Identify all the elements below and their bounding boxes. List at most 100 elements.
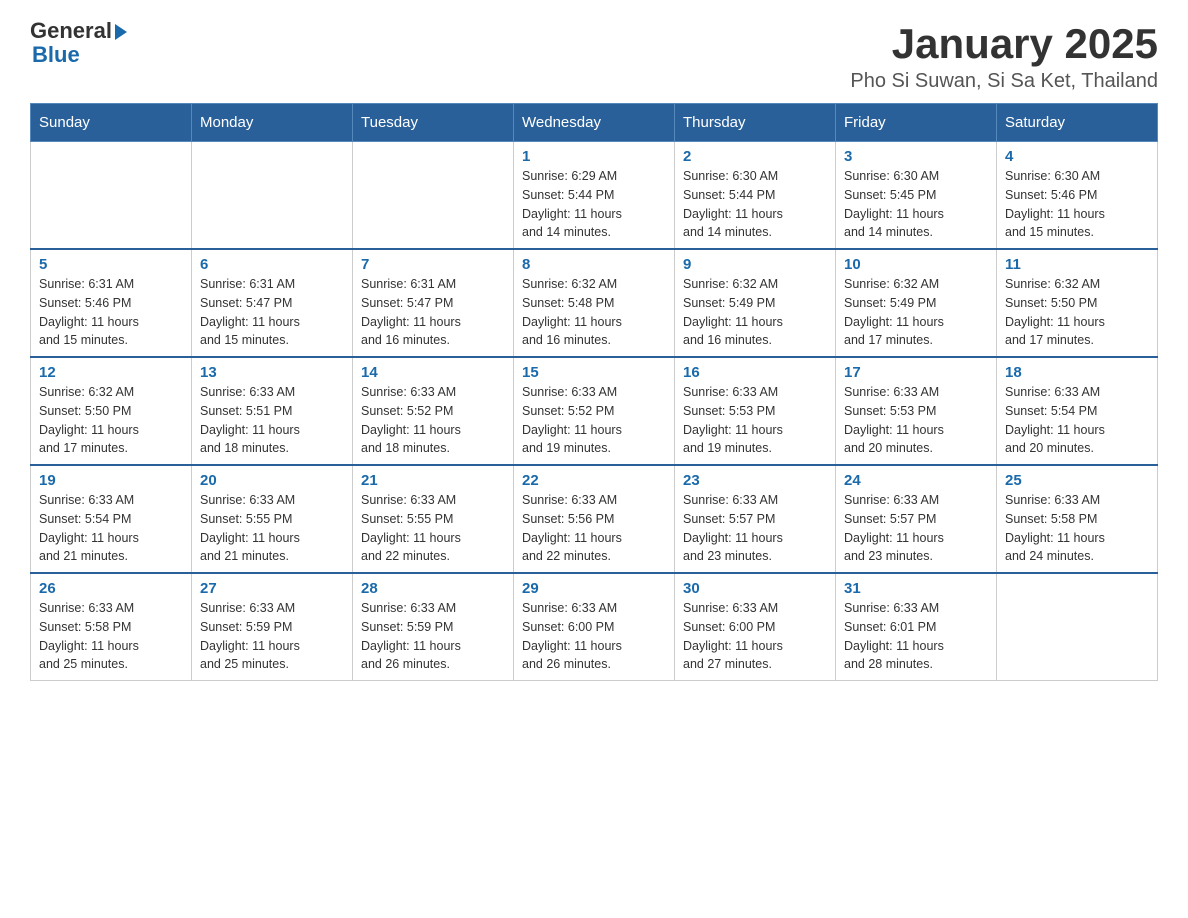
title-section: January 2025 Pho Si Suwan, Si Sa Ket, Th…	[850, 20, 1158, 93]
day-info: Sunrise: 6:32 AM Sunset: 5:49 PM Dayligh…	[683, 275, 827, 350]
calendar-day-cell: 14 Sunrise: 6:33 AM Sunset: 5:52 PM Dayli…	[353, 357, 514, 465]
calendar-day-cell: 25Sunrise: 6:33 AM Sunset: 5:58 PM Dayli…	[997, 465, 1158, 573]
header-saturday: Saturday	[997, 104, 1158, 142]
day-number: 20	[200, 472, 344, 489]
day-info: Sunrise: 6:30 AM Sunset: 5:45 PM Dayligh…	[844, 167, 988, 242]
calendar-day-cell: 10 Sunrise: 6:32 AM Sunset: 5:49 PM Dayli…	[836, 249, 997, 357]
day-info: Sunrise: 6:33 AM Sunset: 5:55 PM Dayligh…	[361, 491, 505, 566]
day-number: 26	[39, 580, 183, 597]
day-number: 17	[844, 364, 988, 381]
calendar-day-cell: 19Sunrise: 6:33 AM Sunset: 5:54 PM Dayli…	[31, 465, 192, 573]
day-info: Sunrise: 6:31 AM Sunset: 5:47 PM Dayligh…	[361, 275, 505, 350]
header-tuesday: Tuesday	[353, 104, 514, 142]
day-info: Sunrise: 6:33 AM Sunset: 6:00 PM Dayligh…	[522, 599, 666, 674]
page-header: General Blue January 2025 Pho Si Suwan, …	[30, 20, 1158, 93]
logo-blue-text: Blue	[32, 42, 80, 68]
calendar-day-cell: 1Sunrise: 6:29 AM Sunset: 5:44 PM Daylig…	[514, 142, 675, 250]
day-number: 2	[683, 148, 827, 165]
day-number: 13	[200, 364, 344, 381]
calendar-day-cell: 6Sunrise: 6:31 AM Sunset: 5:47 PM Daylig…	[192, 249, 353, 357]
day-number: 22	[522, 472, 666, 489]
calendar-day-cell: 26 Sunrise: 6:33 AM Sunset: 5:58 PM Dayli…	[31, 573, 192, 681]
day-info: Sunrise: 6:29 AM Sunset: 5:44 PM Dayligh…	[522, 167, 666, 242]
day-info: Sunrise: 6:32 AM Sunset: 5:50 PM Dayligh…	[1005, 275, 1149, 350]
calendar-day-cell: 22 Sunrise: 6:33 AM Sunset: 5:56 PM Dayli…	[514, 465, 675, 573]
calendar-day-cell: 18 Sunrise: 6:33 AM Sunset: 5:54 PM Dayli…	[997, 357, 1158, 465]
day-info: Sunrise: 6:32 AM Sunset: 5:50 PM Dayligh…	[39, 383, 183, 458]
day-number: 25	[1005, 472, 1149, 489]
calendar-day-cell: 5Sunrise: 6:31 AM Sunset: 5:46 PM Daylig…	[31, 249, 192, 357]
calendar-day-cell: 30 Sunrise: 6:33 AM Sunset: 6:00 PM Dayli…	[675, 573, 836, 681]
calendar-day-cell: 8Sunrise: 6:32 AM Sunset: 5:48 PM Daylig…	[514, 249, 675, 357]
page-title: January 2025	[850, 20, 1158, 68]
header-wednesday: Wednesday	[514, 104, 675, 142]
calendar-week-row: 26 Sunrise: 6:33 AM Sunset: 5:58 PM Dayli…	[31, 573, 1158, 681]
calendar-day-cell: 4 Sunrise: 6:30 AM Sunset: 5:46 PM Daylig…	[997, 142, 1158, 250]
day-info: Sunrise: 6:33 AM Sunset: 5:51 PM Dayligh…	[200, 383, 344, 458]
day-info: Sunrise: 6:33 AM Sunset: 5:53 PM Dayligh…	[844, 383, 988, 458]
day-number: 14	[361, 364, 505, 381]
calendar-day-cell	[31, 142, 192, 250]
calendar-day-cell: 24 Sunrise: 6:33 AM Sunset: 5:57 PM Dayli…	[836, 465, 997, 573]
day-number: 24	[844, 472, 988, 489]
day-info: Sunrise: 6:30 AM Sunset: 5:46 PM Dayligh…	[1005, 167, 1149, 242]
calendar-day-cell: 21Sunrise: 6:33 AM Sunset: 5:55 PM Dayli…	[353, 465, 514, 573]
day-number: 16	[683, 364, 827, 381]
header-thursday: Thursday	[675, 104, 836, 142]
calendar-day-cell: 13 Sunrise: 6:33 AM Sunset: 5:51 PM Dayli…	[192, 357, 353, 465]
calendar-day-cell	[997, 573, 1158, 681]
day-number: 9	[683, 256, 827, 273]
day-number: 12	[39, 364, 183, 381]
day-number: 27	[200, 580, 344, 597]
calendar-day-cell: 29 Sunrise: 6:33 AM Sunset: 6:00 PM Dayli…	[514, 573, 675, 681]
day-number: 23	[683, 472, 827, 489]
logo-arrow-shape	[115, 24, 127, 40]
calendar-day-cell: 2 Sunrise: 6:30 AM Sunset: 5:44 PM Daylig…	[675, 142, 836, 250]
day-number: 5	[39, 256, 183, 273]
header-friday: Friday	[836, 104, 997, 142]
calendar-day-cell: 15Sunrise: 6:33 AM Sunset: 5:52 PM Dayli…	[514, 357, 675, 465]
calendar-week-row: 12 Sunrise: 6:32 AM Sunset: 5:50 PM Dayli…	[31, 357, 1158, 465]
day-info: Sunrise: 6:33 AM Sunset: 5:55 PM Dayligh…	[200, 491, 344, 566]
calendar-header-row: SundayMondayTuesdayWednesdayThursdayFrid…	[31, 104, 1158, 142]
day-info: Sunrise: 6:32 AM Sunset: 5:49 PM Dayligh…	[844, 275, 988, 350]
calendar-day-cell	[353, 142, 514, 250]
calendar-day-cell: 23Sunrise: 6:33 AM Sunset: 5:57 PM Dayli…	[675, 465, 836, 573]
day-info: Sunrise: 6:33 AM Sunset: 5:57 PM Dayligh…	[844, 491, 988, 566]
day-info: Sunrise: 6:33 AM Sunset: 5:52 PM Dayligh…	[522, 383, 666, 458]
day-number: 4	[1005, 148, 1149, 165]
calendar-week-row: 19Sunrise: 6:33 AM Sunset: 5:54 PM Dayli…	[31, 465, 1158, 573]
calendar-day-cell: 27Sunrise: 6:33 AM Sunset: 5:59 PM Dayli…	[192, 573, 353, 681]
calendar-day-cell: 20 Sunrise: 6:33 AM Sunset: 5:55 PM Dayli…	[192, 465, 353, 573]
calendar-week-row: 5Sunrise: 6:31 AM Sunset: 5:46 PM Daylig…	[31, 249, 1158, 357]
day-info: Sunrise: 6:33 AM Sunset: 6:01 PM Dayligh…	[844, 599, 988, 674]
day-info: Sunrise: 6:33 AM Sunset: 5:54 PM Dayligh…	[39, 491, 183, 566]
day-number: 18	[1005, 364, 1149, 381]
calendar-week-row: 1Sunrise: 6:29 AM Sunset: 5:44 PM Daylig…	[31, 142, 1158, 250]
calendar-day-cell: 7Sunrise: 6:31 AM Sunset: 5:47 PM Daylig…	[353, 249, 514, 357]
day-info: Sunrise: 6:33 AM Sunset: 5:54 PM Dayligh…	[1005, 383, 1149, 458]
calendar-table: SundayMondayTuesdayWednesdayThursdayFrid…	[30, 103, 1158, 681]
day-info: Sunrise: 6:30 AM Sunset: 5:44 PM Dayligh…	[683, 167, 827, 242]
day-number: 28	[361, 580, 505, 597]
day-info: Sunrise: 6:33 AM Sunset: 6:00 PM Dayligh…	[683, 599, 827, 674]
day-number: 30	[683, 580, 827, 597]
logo-general-text: General	[30, 20, 112, 42]
day-info: Sunrise: 6:33 AM Sunset: 5:58 PM Dayligh…	[39, 599, 183, 674]
day-info: Sunrise: 6:33 AM Sunset: 5:52 PM Dayligh…	[361, 383, 505, 458]
day-number: 31	[844, 580, 988, 597]
calendar-day-cell: 12 Sunrise: 6:32 AM Sunset: 5:50 PM Dayli…	[31, 357, 192, 465]
calendar-day-cell: 28 Sunrise: 6:33 AM Sunset: 5:59 PM Dayli…	[353, 573, 514, 681]
day-number: 10	[844, 256, 988, 273]
day-info: Sunrise: 6:33 AM Sunset: 5:59 PM Dayligh…	[361, 599, 505, 674]
calendar-day-cell: 16 Sunrise: 6:33 AM Sunset: 5:53 PM Dayli…	[675, 357, 836, 465]
calendar-day-cell: 11Sunrise: 6:32 AM Sunset: 5:50 PM Dayli…	[997, 249, 1158, 357]
day-info: Sunrise: 6:33 AM Sunset: 5:56 PM Dayligh…	[522, 491, 666, 566]
header-sunday: Sunday	[31, 104, 192, 142]
calendar-day-cell	[192, 142, 353, 250]
calendar-day-cell: 17 Sunrise: 6:33 AM Sunset: 5:53 PM Dayli…	[836, 357, 997, 465]
day-number: 3	[844, 148, 988, 165]
calendar-day-cell: 9 Sunrise: 6:32 AM Sunset: 5:49 PM Daylig…	[675, 249, 836, 357]
day-info: Sunrise: 6:33 AM Sunset: 5:53 PM Dayligh…	[683, 383, 827, 458]
day-number: 29	[522, 580, 666, 597]
